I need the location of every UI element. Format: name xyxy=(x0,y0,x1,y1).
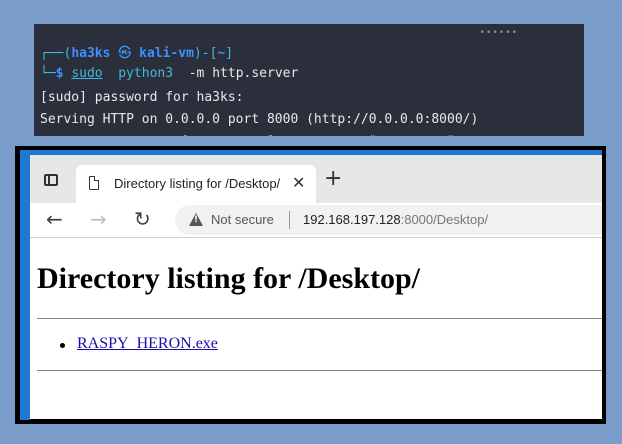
terminal-menu-dots[interactable]: •••••• xyxy=(479,28,518,38)
reload-icon[interactable]: ↻ xyxy=(134,207,151,231)
list-bullet xyxy=(60,343,65,348)
url-path: :8000/Desktop/ xyxy=(400,212,489,227)
terminal-output-serving: Serving HTTP on 0.0.0.0 port 8000 (http:… xyxy=(40,112,479,127)
close-icon[interactable]: ✕ xyxy=(292,173,305,192)
page-icon xyxy=(89,176,99,190)
terminal-command-line: └─$ sudo python3 -m http.server xyxy=(40,66,298,81)
prompt-dollar: $ xyxy=(55,66,64,81)
prompt-at-icon: ㉿ xyxy=(118,46,132,61)
address-separator xyxy=(289,211,290,229)
page-title: Directory listing for /Desktop/ xyxy=(37,262,421,295)
command-python: python3 xyxy=(118,66,174,81)
divider-top xyxy=(37,318,602,319)
terminal-window: •••••• ┌──(ha3ks ㉿ kali-vm)-[~] └─$ sudo… xyxy=(34,24,584,136)
url-host: 192.168.197.128 xyxy=(303,212,401,227)
url-text[interactable]: 192.168.197.128:8000/Desktop/ xyxy=(303,212,488,227)
terminal-prompt-line: ┌──(ha3ks ㉿ kali-vm)-[~] xyxy=(40,42,233,61)
page-content: Directory listing for /Desktop/ RASPY_HE… xyxy=(30,238,602,419)
divider-bottom xyxy=(37,370,602,371)
frame-accent-left xyxy=(20,150,30,420)
command-sudo: sudo xyxy=(71,66,103,81)
prompt-arrow: └─ xyxy=(40,66,56,81)
browser-toolbar: ← → ↻ Not secure 192.168.197.128:8000/De… xyxy=(30,203,602,238)
command-arg: http.server xyxy=(212,66,299,81)
not-secure-label[interactable]: Not secure xyxy=(211,212,274,227)
tab-actions-icon[interactable] xyxy=(44,174,58,186)
tab-directory-listing[interactable]: Directory listing for /Desktop/ ✕ xyxy=(76,165,316,203)
command-flag: -m xyxy=(188,66,205,81)
prompt-close: ] xyxy=(225,46,234,61)
browser-window: Directory listing for /Desktop/ ✕ + ← → … xyxy=(30,155,602,419)
prompt-open: ┌──( xyxy=(40,46,72,61)
prompt-mid: )-[ xyxy=(193,46,218,61)
address-bar[interactable]: Not secure 192.168.197.128:8000/Desktop/ xyxy=(175,205,602,235)
forward-arrow-icon[interactable]: → xyxy=(90,207,107,231)
warning-icon[interactable] xyxy=(189,213,203,226)
terminal-output-partial: [ ] " " xyxy=(40,134,478,136)
terminal-output-password: [sudo] password for ha3ks: xyxy=(40,90,244,105)
back-arrow-icon[interactable]: ← xyxy=(46,207,63,231)
tab-bar: Directory listing for /Desktop/ ✕ + xyxy=(30,155,602,203)
prompt-user: ha3ks xyxy=(71,46,111,61)
new-tab-button[interactable]: + xyxy=(324,168,342,190)
prompt-host: kali-vm xyxy=(139,46,194,61)
file-link-raspy-heron[interactable]: RASPY_HERON.exe xyxy=(77,335,218,353)
tab-title: Directory listing for /Desktop/ xyxy=(114,176,281,191)
